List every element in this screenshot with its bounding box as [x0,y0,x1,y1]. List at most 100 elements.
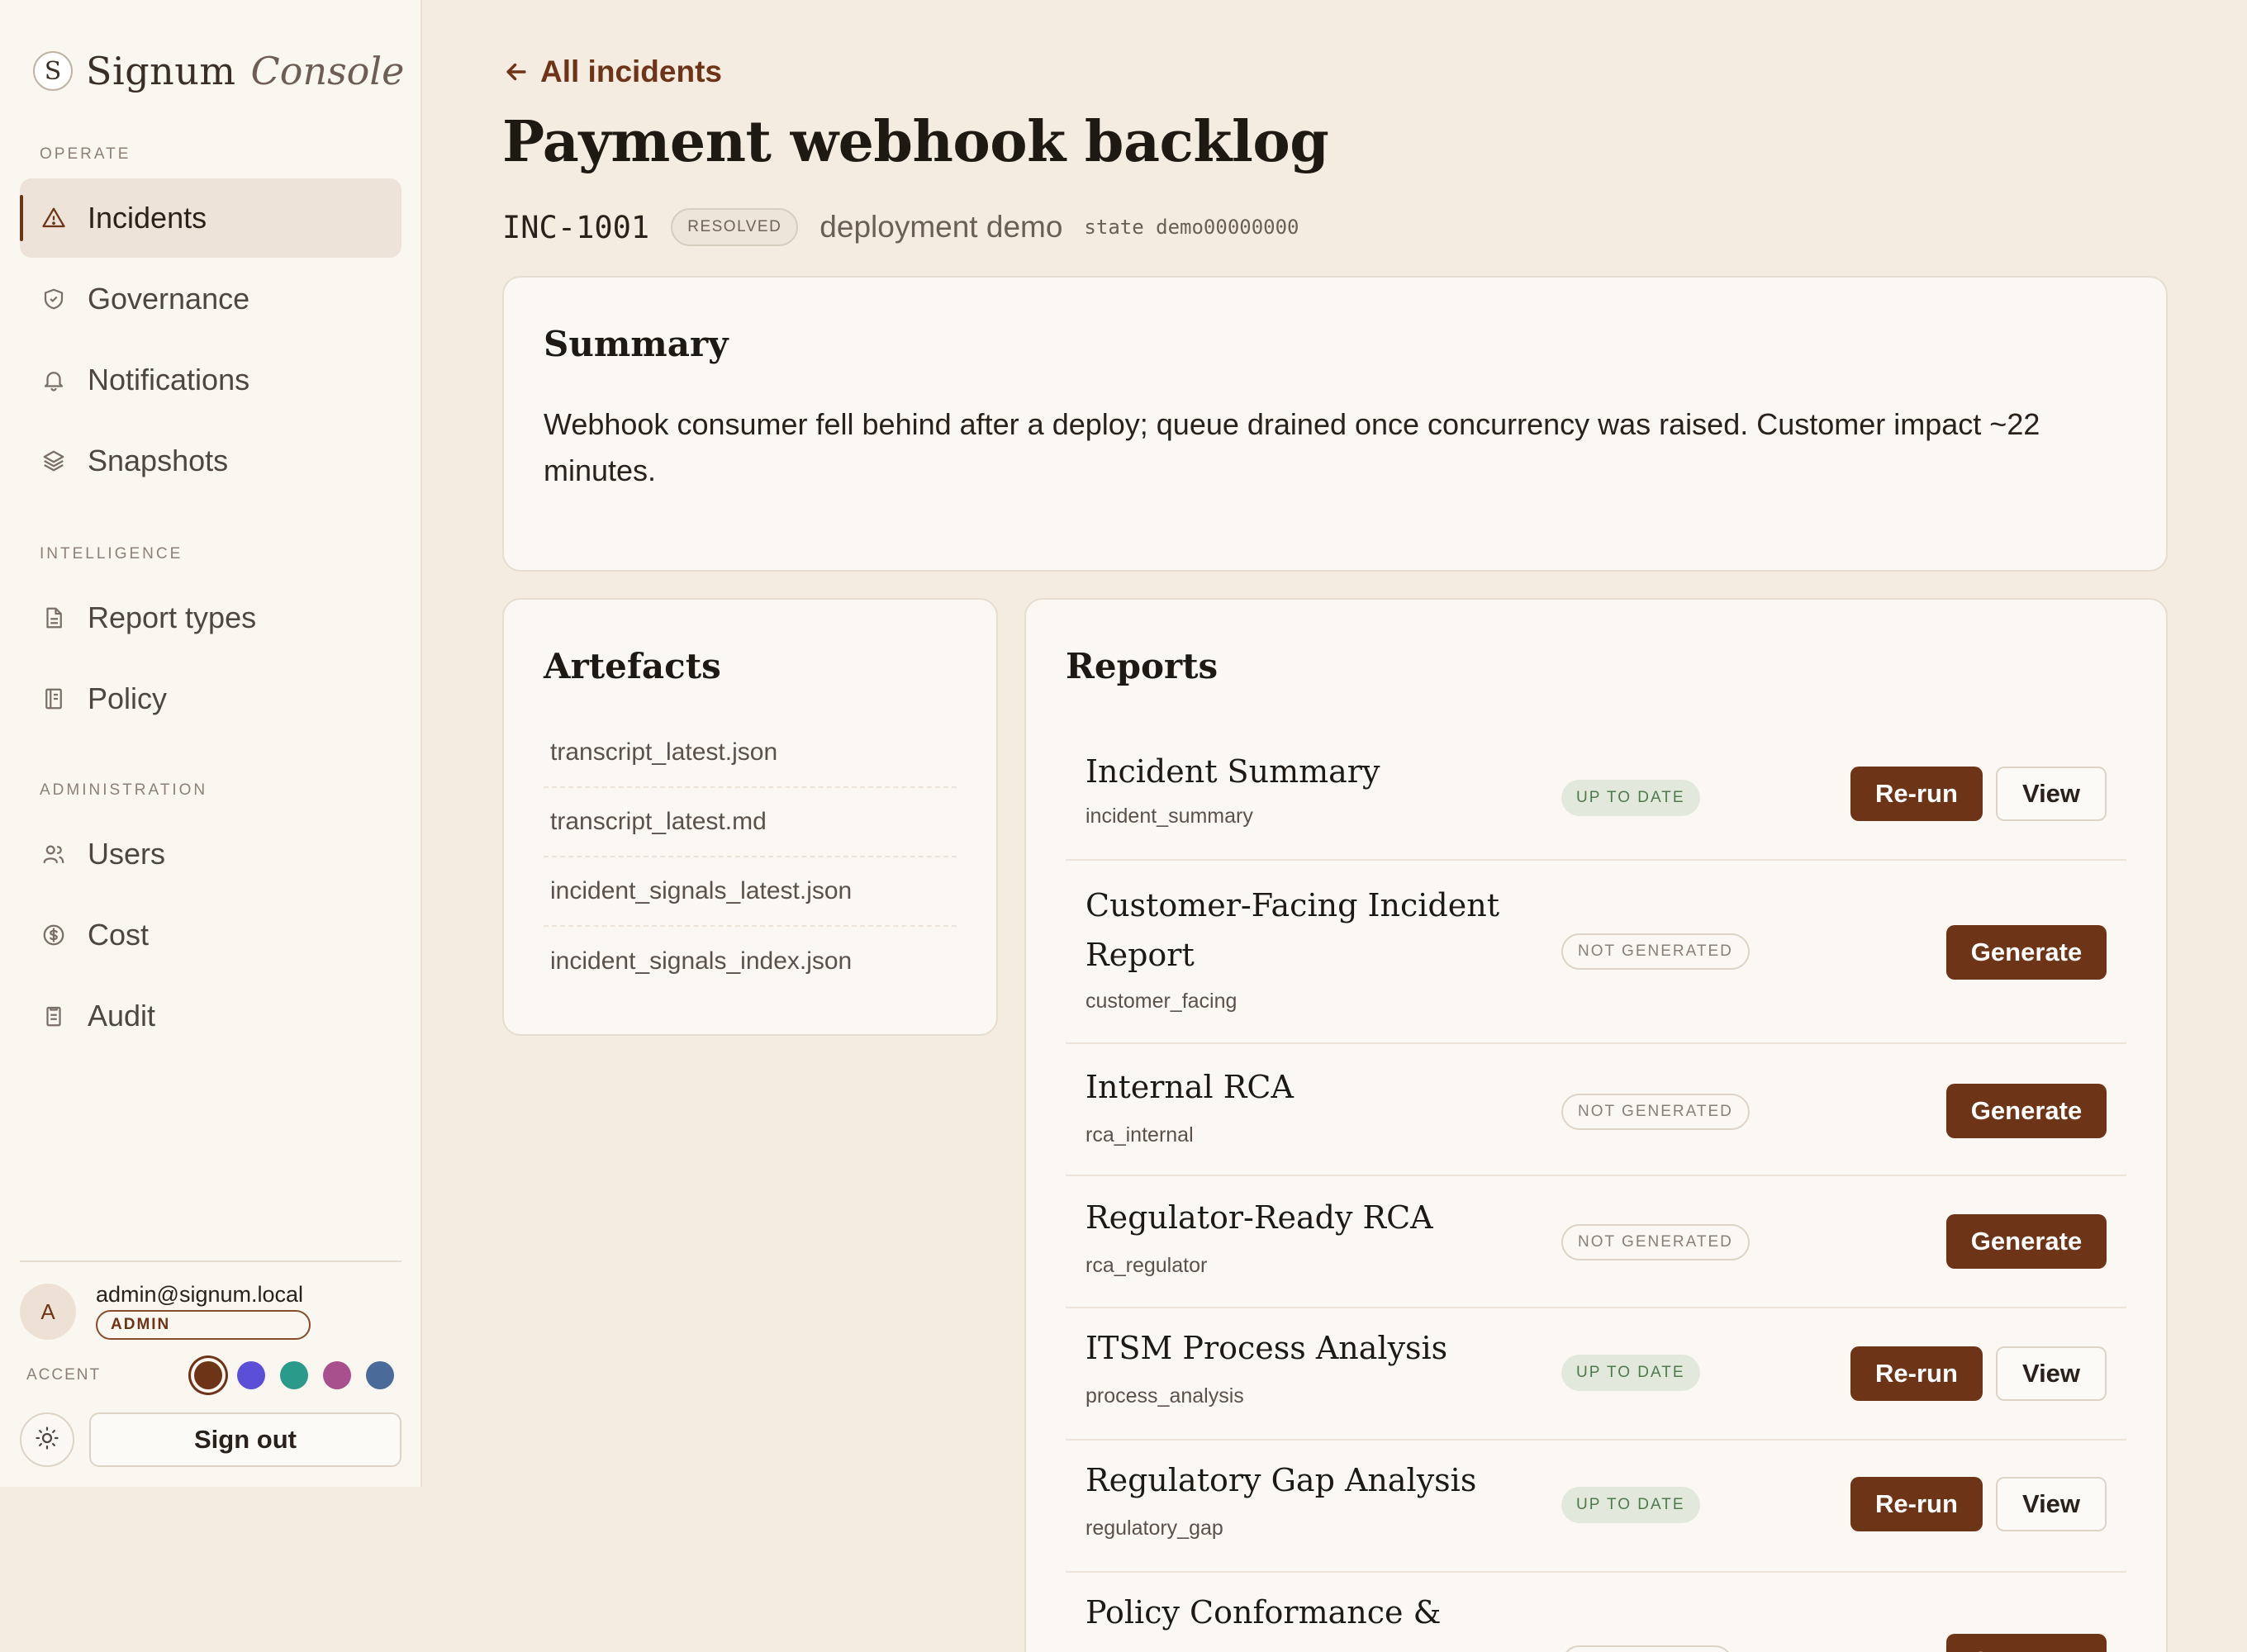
deployment-label: deployment demo [819,210,1063,244]
report-key: process_analysis [1085,1384,1244,1408]
report-name: Policy Conformance & [1085,1594,1442,1631]
summary-title: Summary [544,324,729,364]
arrow-left-icon [506,63,526,81]
nav-section-intelligence: INTELLIGENCE [40,545,183,563]
summary-card: Summary Webhook consumer fell behind aft… [502,276,2168,572]
report-name: Incident Summary [1085,753,1380,790]
report-key: regulatory_gap [1085,1517,1223,1540]
report-row-policy-conformance: Policy Conformance & Generate [1066,1573,2126,1652]
reports-title: Reports [1066,646,1219,686]
reports-card: Reports Incident Summary incident_summar… [1024,598,2168,1652]
users-icon [40,840,68,868]
sidebar-item-label: Audit [88,999,156,1032]
artefacts-title: Artefacts [544,646,721,686]
incident-id: INC-1001 [502,209,650,245]
sidebar-item-audit[interactable]: Audit [20,976,401,1056]
artefact-file[interactable]: transcript_latest.md [544,788,957,857]
document-icon [40,604,68,632]
accent-swatch-blue[interactable] [366,1361,394,1389]
report-name: Regulator-Ready RCA [1085,1199,1433,1236]
rerun-button[interactable]: Re-run [1850,1346,1983,1401]
sidebar-item-label: Notifications [88,363,250,396]
generate-button[interactable]: Generate [1946,1214,2107,1269]
report-status-badge: UP TO DATE [1561,780,1700,816]
sidebar-item-cost[interactable]: Cost [20,895,401,975]
report-row-incident-summary: Incident Summary incident_summary UP TO … [1066,729,2126,861]
nav-section-operate: OPERATE [40,145,131,163]
report-name: Internal RCA [1085,1069,1294,1105]
back-link-label: All incidents [540,55,722,88]
sidebar-item-label: Snapshots [88,444,229,477]
report-row-regulator-rca: Regulator-Ready RCA rca_regulator NOT GE… [1066,1176,2126,1308]
report-name: Regulatory Gap Analysis [1085,1462,1477,1498]
report-row-process-analysis: ITSM Process Analysis process_analysis U… [1066,1308,2126,1441]
page-title: Payment webhook backlog [502,109,1329,175]
report-status-badge: NOT GENERATED [1561,1094,1750,1130]
sidebar-item-label: Incidents [88,201,207,235]
sidebar-item-report-types[interactable]: Report types [20,578,401,657]
incident-meta: INC-1001 RESOLVED deployment demo state … [502,206,1299,248]
view-button[interactable]: View [1996,1346,2107,1401]
rerun-button[interactable]: Re-run [1850,767,1983,821]
clipboard-icon [40,1002,68,1030]
brand-logo: S [33,51,73,91]
summary-text: Webhook consumer fell behind after a dep… [544,407,2040,487]
sidebar-item-users[interactable]: Users [20,814,401,894]
nav-section-administration: ADMINISTRATION [40,781,208,799]
report-key: customer_facing [1085,990,1238,1013]
status-badge: RESOLVED [671,208,799,246]
sign-out-button[interactable]: Sign out [89,1412,401,1467]
sidebar-item-label: Policy [88,681,168,715]
accent-swatch-indigo[interactable] [237,1361,265,1389]
brand-subtitle: Console [250,49,405,93]
warning-triangle-icon [40,204,68,232]
generate-button[interactable]: Generate [1946,1634,2107,1652]
sidebar-item-label: Users [88,837,166,871]
layers-icon [40,447,68,475]
report-status-badge: NOT GENERATED [1561,1224,1750,1260]
shield-icon [40,285,68,313]
accent-swatch-magenta[interactable] [323,1361,351,1389]
report-status-badge: UP TO DATE [1561,1355,1700,1391]
theme-toggle-button[interactable] [20,1412,74,1467]
report-key: incident_summary [1085,805,1253,828]
sidebar-item-label: Report types [88,601,257,634]
artefacts-card: Artefacts transcript_latest.json transcr… [502,598,998,1036]
sidebar-item-governance[interactable]: Governance [20,259,401,339]
brand-name: Signum [86,49,236,93]
sidebar-item-label: Cost [88,918,150,952]
sidebar-item-incidents[interactable]: Incidents [20,178,401,258]
sidebar-divider [20,1260,401,1262]
dollar-circle-icon [40,921,68,949]
artefact-file[interactable]: transcript_latest.json [544,719,957,788]
report-key: rca_regulator [1085,1254,1208,1277]
artefact-file[interactable]: incident_signals_latest.json [544,857,957,927]
state-label: state demo00000000 [1084,216,1299,239]
role-badge: ADMIN [96,1310,311,1340]
report-row-regulatory-gap: Regulatory Gap Analysis regulatory_gap U… [1066,1441,2126,1573]
accent-label: ACCENT [26,1366,102,1384]
accent-swatch-teal[interactable] [280,1361,308,1389]
report-name: Customer-Facing Incident Report [1085,887,1499,973]
brand[interactable]: S Signum Console [33,48,404,94]
user-email: admin@signum.local [96,1282,304,1307]
generate-button[interactable]: Generate [1946,925,2107,980]
report-key: rca_internal [1085,1123,1194,1146]
sidebar-item-label: Governance [88,282,250,316]
report-status-badge: UP TO DATE [1561,1487,1700,1523]
back-to-incidents-link[interactable]: All incidents [502,55,722,89]
sidebar-item-notifications[interactable]: Notifications [20,340,401,420]
sidebar-item-policy[interactable]: Policy [20,659,401,738]
view-button[interactable]: View [1996,767,2107,821]
avatar[interactable]: A [20,1284,76,1340]
accent-swatch-brown[interactable] [194,1361,222,1389]
artefact-file[interactable]: incident_signals_index.json [544,927,957,996]
report-row-internal-rca: Internal RCA rca_internal NOT GENERATED … [1066,1044,2126,1176]
rerun-button[interactable]: Re-run [1850,1477,1983,1531]
sidebar: S Signum Console OPERATE Incidents Gover… [0,0,422,1487]
view-button[interactable]: View [1996,1477,2107,1531]
generate-button[interactable]: Generate [1946,1084,2107,1138]
report-name: ITSM Process Analysis [1085,1330,1448,1366]
bell-icon [40,366,68,394]
sidebar-item-snapshots[interactable]: Snapshots [20,421,401,501]
